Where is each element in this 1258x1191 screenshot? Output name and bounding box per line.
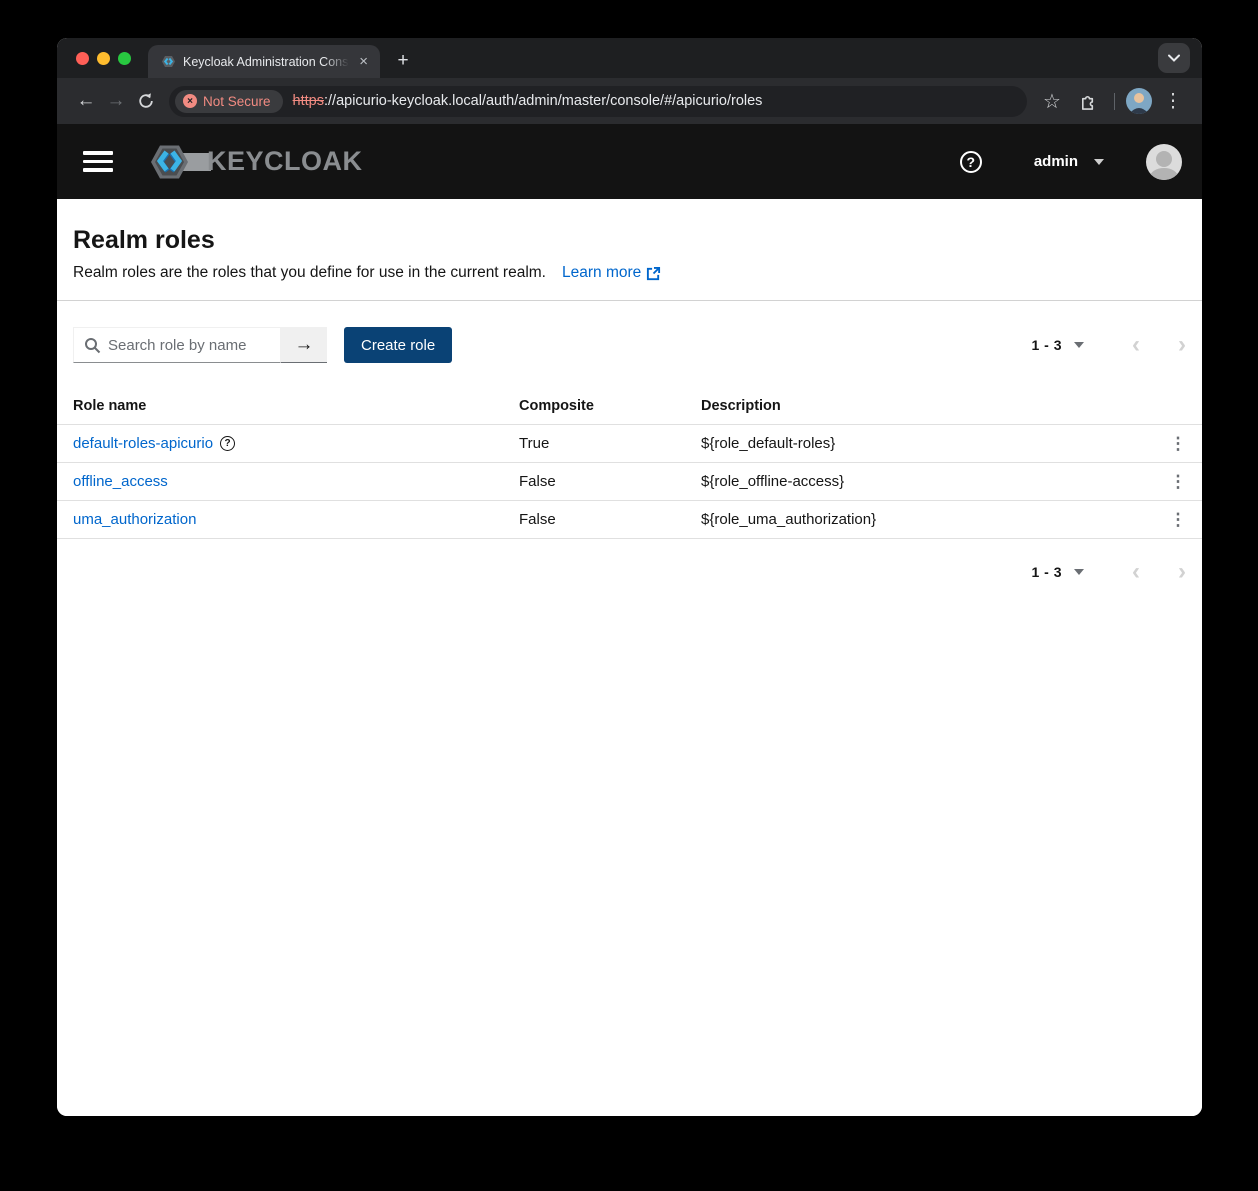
pagination-bottom: 1 - 3 ‹ ›	[1031, 560, 1186, 584]
create-role-button[interactable]: Create role	[344, 327, 452, 363]
table-row: offline_access False ${role_offline-acce…	[57, 463, 1202, 501]
browser-window: Keycloak Administration Cons × + ← → × N…	[57, 38, 1202, 1116]
external-link-icon	[646, 266, 661, 281]
role-link[interactable]: default-roles-apicurio	[73, 435, 213, 452]
toolbar-divider	[1114, 93, 1115, 110]
table-header: Role name Composite Description	[57, 387, 1202, 425]
url-protocol: https	[293, 93, 324, 109]
help-icon[interactable]: ?	[960, 151, 982, 173]
tab-title: Keycloak Administration Cons	[183, 55, 349, 69]
search-icon	[84, 337, 101, 354]
avatar[interactable]	[1146, 144, 1182, 180]
description-value: ${role_offline-access}	[701, 473, 1154, 490]
main-content: Realm roles Realm roles are the roles th…	[57, 199, 1202, 1116]
user-menu[interactable]: admin	[1034, 153, 1104, 170]
search-box	[73, 327, 281, 363]
description-value: ${role_uma_authorization}	[701, 511, 1154, 528]
minimize-window-button[interactable]	[97, 52, 110, 65]
pagination-caret-icon[interactable]	[1074, 342, 1084, 348]
url-rest: ://apicurio-keycloak.local/auth/admin/ma…	[324, 93, 762, 109]
keycloak-masthead: KEYCLOAK ? admin	[57, 124, 1202, 199]
column-description: Description	[701, 398, 1154, 414]
column-composite: Composite	[519, 398, 701, 414]
user-menu-caret-icon	[1094, 159, 1104, 165]
row-actions-kebab-icon[interactable]: ⋮	[1154, 472, 1202, 492]
zoom-window-button[interactable]	[118, 52, 131, 65]
table-row: default-roles-apicurio ? True ${role_def…	[57, 425, 1202, 463]
pagination-top: 1 - 3 ‹ ›	[1031, 333, 1186, 357]
row-actions-kebab-icon[interactable]: ⋮	[1154, 434, 1202, 454]
description-value: ${role_default-roles}	[701, 435, 1154, 452]
next-page-icon[interactable]: ›	[1178, 333, 1186, 357]
security-badge[interactable]: × Not Secure	[175, 90, 283, 113]
role-link[interactable]: uma_authorization	[73, 511, 196, 528]
bookmark-star-icon[interactable]: ☆	[1037, 86, 1067, 116]
roles-table: Role name Composite Description default-…	[57, 387, 1202, 539]
extensions-icon[interactable]	[1073, 86, 1103, 116]
composite-value: True	[519, 435, 701, 452]
table-row: uma_authorization False ${role_uma_autho…	[57, 501, 1202, 539]
browser-menu-icon[interactable]: ⋮	[1158, 86, 1188, 116]
security-badge-label: Not Secure	[203, 94, 271, 109]
browser-profile-avatar[interactable]	[1126, 88, 1152, 114]
list-toolbar: → Create role 1 - 3 ‹ ›	[57, 301, 1202, 387]
learn-more-label: Learn more	[562, 264, 641, 282]
url-text: https://apicurio-keycloak.local/auth/adm…	[293, 93, 763, 109]
username-label: admin	[1034, 153, 1078, 170]
page-header: Realm roles Realm roles are the roles th…	[57, 199, 1202, 301]
browser-tab[interactable]: Keycloak Administration Cons ×	[148, 45, 380, 78]
page-subtitle: Realm roles are the roles that you defin…	[73, 264, 546, 282]
role-link[interactable]: offline_access	[73, 473, 168, 490]
not-secure-icon: ×	[183, 94, 197, 108]
search-submit-button[interactable]: →	[281, 327, 327, 363]
composite-value: False	[519, 473, 701, 490]
role-help-icon[interactable]: ?	[220, 436, 235, 451]
next-page-icon[interactable]: ›	[1178, 560, 1186, 584]
close-window-button[interactable]	[76, 52, 89, 65]
chevron-down-icon	[1168, 54, 1180, 62]
toolbar-right: ☆ ⋮	[1037, 86, 1188, 116]
search-input[interactable]	[74, 328, 280, 362]
learn-more-link[interactable]: Learn more	[562, 264, 661, 282]
reload-icon[interactable]	[131, 86, 161, 116]
keycloak-logo-icon	[145, 139, 213, 185]
row-actions-kebab-icon[interactable]: ⋮	[1154, 510, 1202, 530]
nav-toggle-icon[interactable]	[83, 151, 113, 172]
pagination-range: 1 - 3	[1031, 564, 1062, 580]
forward-icon[interactable]: →	[101, 86, 131, 116]
browser-toolbar: ← → × Not Secure https://apicurio-keyclo…	[57, 78, 1202, 124]
new-tab-button[interactable]: +	[389, 47, 417, 75]
keycloak-brand[interactable]: KEYCLOAK	[145, 139, 363, 185]
tab-search-button[interactable]	[1158, 43, 1190, 73]
back-icon[interactable]: ←	[71, 86, 101, 116]
url-bar[interactable]: × Not Secure https://apicurio-keycloak.l…	[169, 86, 1027, 117]
brand-label: KEYCLOAK	[207, 146, 363, 177]
keycloak-favicon-icon	[160, 53, 177, 70]
previous-page-icon[interactable]: ‹	[1132, 333, 1140, 357]
tab-strip: Keycloak Administration Cons × +	[57, 38, 1202, 78]
close-tab-icon[interactable]: ×	[355, 52, 372, 71]
traffic-lights	[76, 52, 131, 65]
page-title: Realm roles	[73, 224, 1186, 256]
previous-page-icon[interactable]: ‹	[1132, 560, 1140, 584]
composite-value: False	[519, 511, 701, 528]
pagination-range: 1 - 3	[1031, 337, 1062, 353]
pagination-caret-icon[interactable]	[1074, 569, 1084, 575]
column-role-name: Role name	[57, 398, 519, 414]
bottom-bar: 1 - 3 ‹ ›	[57, 539, 1202, 605]
